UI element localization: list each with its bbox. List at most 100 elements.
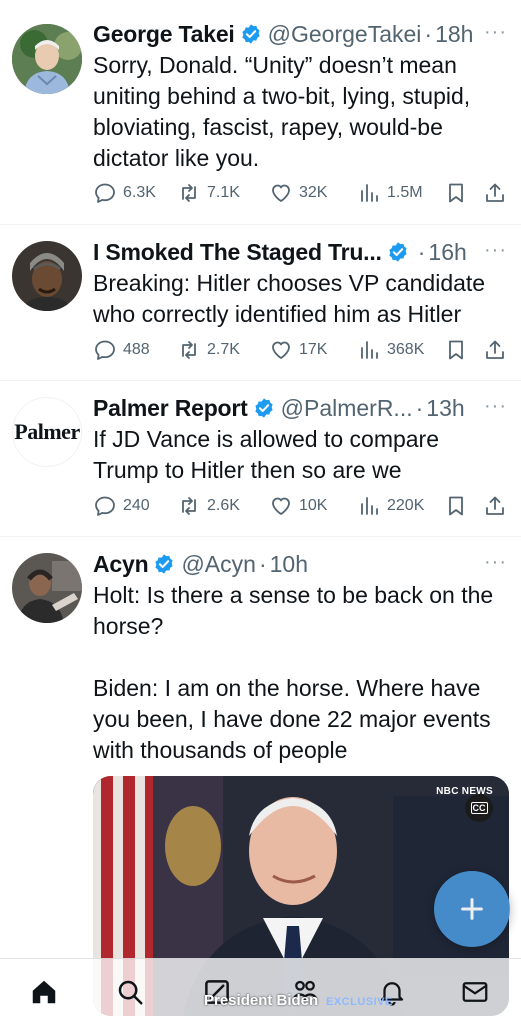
tweet-palmer-report[interactable]: Palmer Palmer Report @PalmerR... · 13h ·… xyxy=(0,381,521,537)
share-button[interactable] xyxy=(483,181,507,205)
reply-button[interactable]: 6.3K xyxy=(93,181,156,205)
exclusive-badge: EXCLUSIVE xyxy=(326,996,393,1008)
search-icon xyxy=(118,980,143,1005)
share-button[interactable] xyxy=(483,338,507,362)
tab-home[interactable] xyxy=(27,975,61,1009)
tweet-staged-trump[interactable]: I Smoked The Staged Tru... · 16h ··· Bre… xyxy=(0,225,521,381)
video-caption: President Biden xyxy=(204,992,319,1009)
handle[interactable]: @PalmerR... xyxy=(281,395,413,422)
share-button[interactable] xyxy=(483,494,507,518)
repost-button[interactable]: 2.7K xyxy=(177,338,240,362)
avatar-image xyxy=(12,24,82,94)
views-chart-icon xyxy=(361,497,378,515)
plus-icon xyxy=(461,898,483,920)
avatar-logo-text: Palmer xyxy=(14,419,80,444)
timestamp[interactable]: 10h xyxy=(270,551,308,578)
bookmark-button[interactable] xyxy=(444,494,468,518)
display-name[interactable]: George Takei xyxy=(93,21,235,48)
view-count: 368K xyxy=(387,341,425,358)
timestamp[interactable]: 16h xyxy=(428,239,466,266)
separator-dot: · xyxy=(424,20,433,47)
reply-count: 240 xyxy=(123,497,150,514)
verified-badge-icon xyxy=(389,242,407,262)
separator-dot: · xyxy=(258,550,267,577)
handle[interactable]: @Acyn xyxy=(181,551,255,578)
avatar[interactable] xyxy=(12,241,82,311)
avatar[interactable]: Palmer xyxy=(12,397,82,467)
share-icon xyxy=(486,183,504,202)
repost-count: 7.1K xyxy=(207,184,240,201)
home-icon xyxy=(32,980,56,1004)
tab-search[interactable] xyxy=(113,975,147,1009)
tweet-text: Holt: Is there a sense to be back on the… xyxy=(93,582,494,763)
closed-captions-button[interactable]: CC xyxy=(465,794,493,822)
heart-icon xyxy=(272,341,290,359)
bookmark-button[interactable] xyxy=(444,181,468,205)
separator-dot: · xyxy=(415,394,424,421)
tab-messages[interactable] xyxy=(458,975,492,1009)
bookmark-icon xyxy=(449,496,463,516)
action-bar: 240 2.6K 10K 220K xyxy=(93,494,507,522)
timestamp[interactable]: 18h xyxy=(435,21,473,48)
display-name[interactable]: I Smoked The Staged Tru... xyxy=(93,239,382,266)
views-button[interactable]: 368K xyxy=(357,338,424,362)
timeline-feed: George Takei @GeorgeTakei · 18h ··· Sorr… xyxy=(0,0,521,1023)
bookmark-button[interactable] xyxy=(444,338,468,362)
reply-icon xyxy=(95,340,115,360)
separator-dot: · xyxy=(417,238,426,265)
avatar[interactable] xyxy=(12,553,82,623)
like-count: 32K xyxy=(299,184,328,201)
like-count: 17K xyxy=(299,341,328,358)
tweet-text: Sorry, Donald. “Unity” doesn’t mean unit… xyxy=(93,52,477,171)
share-icon xyxy=(486,340,504,359)
heart-icon xyxy=(272,184,290,202)
heart-icon xyxy=(272,497,290,515)
reply-button[interactable]: 240 xyxy=(93,494,150,518)
action-bar: 488 2.7K 17K 368K xyxy=(93,338,507,366)
views-button[interactable]: 1.5M xyxy=(357,181,423,205)
more-options-icon[interactable]: ··· xyxy=(484,239,507,262)
views-chart-icon xyxy=(361,341,378,359)
verified-badge-icon xyxy=(242,24,260,44)
avatar[interactable] xyxy=(12,24,82,94)
tweet-text: If JD Vance is allowed to compare Trump … xyxy=(93,426,445,483)
repost-button[interactable]: 2.6K xyxy=(177,494,240,518)
cc-label: CC xyxy=(470,802,488,814)
views-chart-icon xyxy=(361,184,378,202)
view-count: 220K xyxy=(387,497,425,514)
reply-count: 488 xyxy=(123,341,150,358)
reply-count: 6.3K xyxy=(123,184,156,201)
reply-icon xyxy=(95,496,115,516)
repost-button[interactable]: 7.1K xyxy=(177,181,240,205)
repost-count: 2.7K xyxy=(207,341,240,358)
compose-post-button[interactable] xyxy=(434,871,510,947)
more-options-icon[interactable]: ··· xyxy=(484,551,507,574)
handle[interactable]: @GeorgeTakei xyxy=(268,21,422,48)
views-button[interactable]: 220K xyxy=(357,494,424,518)
display-name[interactable]: Acyn xyxy=(93,551,149,578)
display-name[interactable]: Palmer Report xyxy=(93,395,248,422)
verified-badge-icon xyxy=(155,554,174,574)
bottom-navigation xyxy=(0,958,521,1023)
timestamp[interactable]: 13h xyxy=(426,395,464,422)
reply-icon xyxy=(95,183,115,203)
messages-icon xyxy=(462,982,488,1002)
repost-count: 2.6K xyxy=(207,497,240,514)
like-button[interactable]: 17K xyxy=(269,338,327,362)
like-button[interactable]: 10K xyxy=(269,494,327,518)
more-options-icon[interactable]: ··· xyxy=(484,21,507,44)
repost-icon xyxy=(182,341,196,359)
bookmark-icon xyxy=(449,340,463,360)
avatar-image xyxy=(12,553,82,623)
avatar-image xyxy=(12,241,82,311)
bookmark-icon xyxy=(449,183,463,203)
verified-badge-icon xyxy=(255,398,273,418)
like-count: 10K xyxy=(299,497,328,514)
share-icon xyxy=(486,496,504,515)
reply-button[interactable]: 488 xyxy=(93,338,150,362)
view-count: 1.5M xyxy=(387,184,423,201)
tweet-text: Breaking: Hitler chooses VP candidate wh… xyxy=(93,270,492,327)
tweet-george-takei[interactable]: George Takei @GeorgeTakei · 18h ··· Sorr… xyxy=(0,0,521,225)
like-button[interactable]: 32K xyxy=(269,181,327,205)
more-options-icon[interactable]: ··· xyxy=(484,395,507,418)
